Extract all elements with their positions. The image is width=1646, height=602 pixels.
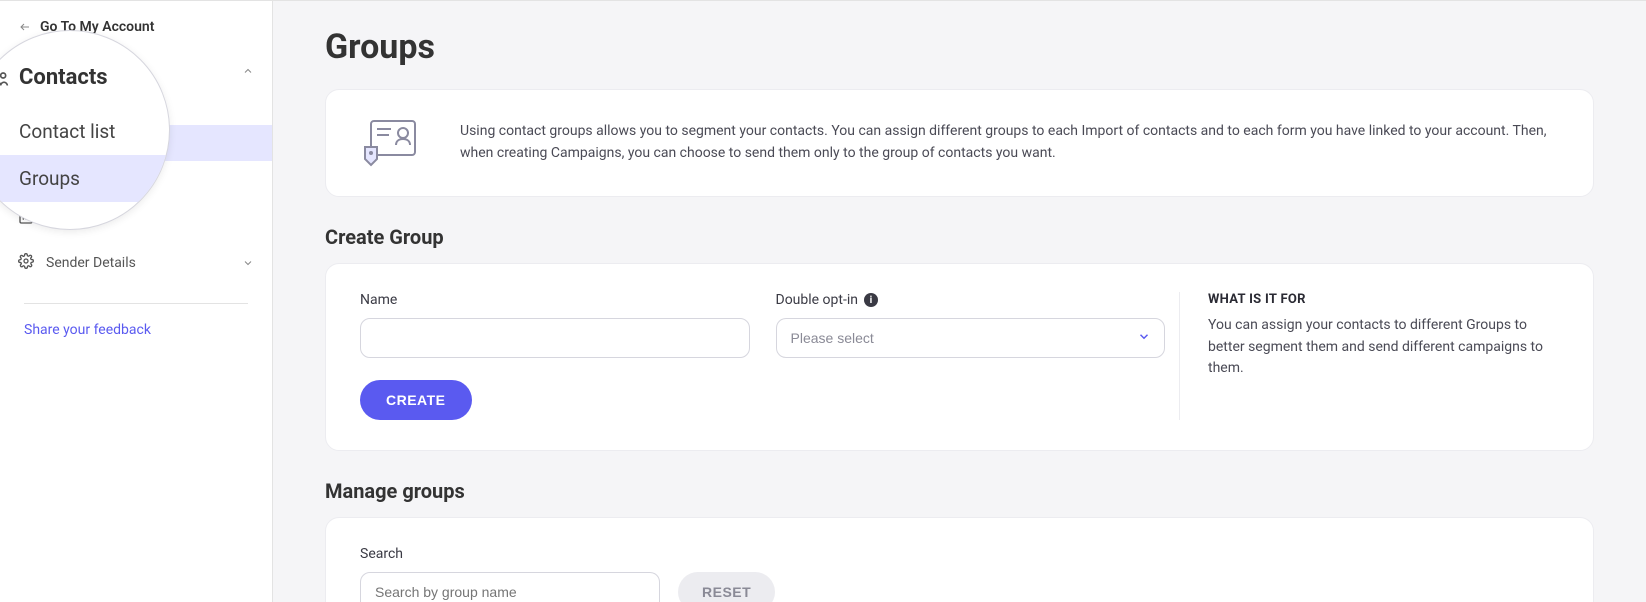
gear-icon	[18, 253, 34, 273]
sidebar-divider	[24, 303, 248, 304]
feedback-link[interactable]: Share your feedback	[0, 322, 272, 338]
search-label: Search	[360, 546, 660, 562]
nav-groups[interactable]: Groups	[0, 125, 272, 161]
optin-field-group: Double opt-in i Please select	[776, 292, 1166, 358]
nav-contact-list-label: Contact list	[46, 99, 117, 115]
nav-analytics-label: Analytics	[46, 211, 103, 227]
nav-plugin-partial[interactable]: lugin	[0, 161, 272, 197]
group-name-input[interactable]	[360, 318, 750, 358]
page-title: Groups	[325, 27, 1594, 67]
groups-illustration-icon	[360, 116, 424, 170]
name-field-group: Name	[360, 292, 750, 358]
aside-heading: WHAT IS IT FOR	[1208, 292, 1559, 307]
create-button[interactable]: CREATE	[360, 380, 472, 420]
chevron-down-icon	[242, 257, 254, 269]
nav-contacts-label: Contacts	[46, 63, 102, 79]
nav-sender-details[interactable]: Sender Details	[0, 241, 272, 285]
nav-sender-label: Sender Details	[46, 255, 136, 271]
nav-contacts[interactable]: Contacts	[0, 53, 272, 89]
create-aside: WHAT IS IT FOR You can assign your conta…	[1179, 292, 1559, 420]
info-card: Using contact groups allows you to segme…	[325, 89, 1594, 197]
search-input[interactable]	[360, 572, 660, 602]
create-button-label: CREATE	[386, 392, 446, 408]
name-label: Name	[360, 292, 750, 308]
go-to-account-label: Go To My Account	[40, 19, 154, 35]
arrow-left-icon	[18, 21, 32, 33]
manage-groups-heading: Manage groups	[325, 479, 1594, 503]
reset-button-label: RESET	[702, 584, 751, 600]
feedback-label: Share your feedback	[24, 322, 151, 338]
chevron-up-icon	[242, 65, 254, 77]
create-group-heading: Create Group	[325, 225, 1594, 249]
nav-groups-label: Groups	[46, 135, 91, 151]
reset-button[interactable]: RESET	[678, 572, 775, 602]
nav-plugin-fragment: lugin	[120, 171, 150, 187]
main-content: Groups Using contact groups allows you t…	[273, 1, 1646, 602]
manage-groups-card: Search RESET	[325, 517, 1594, 602]
info-description: Using contact groups allows you to segme…	[460, 121, 1559, 164]
create-group-card: Name Double opt-in i Please select	[325, 263, 1594, 451]
optin-select[interactable]: Please select	[776, 318, 1166, 358]
optin-label-text: Double opt-in	[776, 292, 858, 308]
sidebar: Go To My Account Contacts Contact list	[0, 1, 273, 602]
nav-contact-list[interactable]: Contact list	[0, 89, 272, 125]
aside-description: You can assign your contacts to differen…	[1208, 315, 1559, 380]
optin-label: Double opt-in i	[776, 292, 1166, 308]
nav-contacts-section: Contacts Contact list Groups lugin	[0, 53, 272, 197]
info-icon[interactable]: i	[864, 293, 878, 307]
analytics-icon	[18, 209, 34, 229]
create-form: Name Double opt-in i Please select	[360, 292, 1165, 420]
go-to-account-link[interactable]: Go To My Account	[0, 11, 272, 49]
nav-contacts-children: Contact list Groups lugin	[0, 89, 272, 197]
search-field-group: Search	[360, 546, 660, 602]
nav-analytics[interactable]: Analytics	[0, 197, 272, 241]
contacts-icon	[18, 63, 34, 79]
